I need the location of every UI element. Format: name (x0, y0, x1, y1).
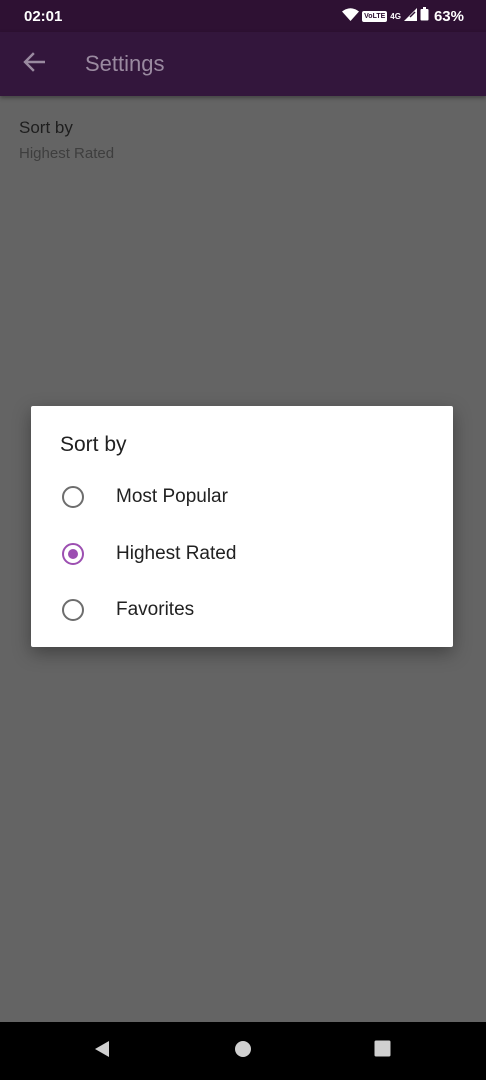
sort-by-preference[interactable]: Sort by Highest Rated (19, 118, 114, 162)
square-recents-icon (374, 1040, 391, 1062)
signal-icon (403, 7, 417, 25)
nav-recents-button[interactable] (357, 1022, 407, 1080)
radio-button-selected[interactable] (62, 543, 84, 565)
dialog-title: Sort by (60, 433, 127, 456)
wifi-icon (342, 7, 360, 25)
status-icons: VoLTE 4G 63% (342, 7, 464, 25)
radio-button[interactable] (62, 486, 84, 508)
volte-badge: VoLTE (362, 10, 388, 22)
preference-summary: Highest Rated (19, 145, 115, 162)
status-bar: 02:01 VoLTE 4G 63% (0, 0, 486, 32)
preference-title: Sort by (19, 118, 73, 137)
arrow-left-icon (23, 51, 46, 77)
option-label: Favorites (116, 599, 195, 620)
nav-home-button[interactable] (218, 1022, 268, 1080)
option-highest-rated[interactable]: Highest Rated (31, 528, 453, 580)
nav-back-button[interactable] (77, 1022, 127, 1080)
option-label: Highest Rated (116, 543, 237, 564)
option-most-popular[interactable]: Most Popular (31, 471, 453, 523)
back-button[interactable] (14, 44, 54, 84)
battery-icon (420, 7, 429, 25)
radio-button[interactable] (62, 599, 84, 621)
option-label: Most Popular (116, 486, 228, 507)
battery-percent: 63% (433, 7, 464, 25)
page-title: Settings (85, 51, 165, 76)
network-type: 4G (390, 11, 401, 21)
circle-home-icon (234, 1040, 252, 1063)
sort-by-dialog: Sort by Most Popular Highest Rated Favor… (31, 406, 453, 647)
status-time: 02:01 (24, 7, 63, 25)
app-bar: Settings (0, 32, 486, 96)
navigation-bar (0, 1022, 486, 1080)
option-favorites[interactable]: Favorites (31, 584, 453, 636)
triangle-back-icon (93, 1040, 111, 1063)
